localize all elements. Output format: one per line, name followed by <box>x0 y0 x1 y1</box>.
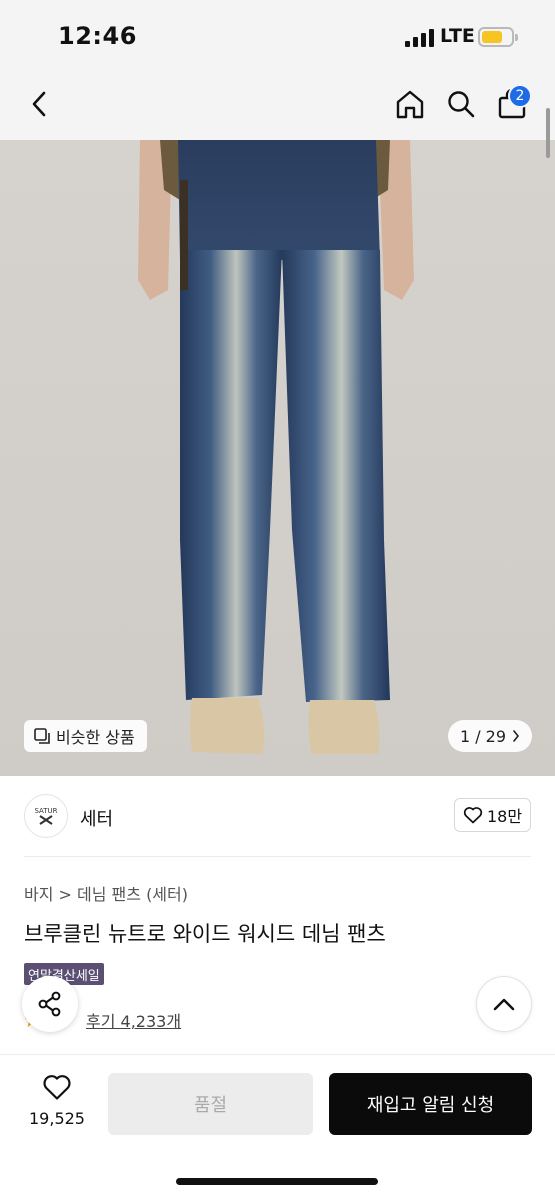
back-button[interactable] <box>20 84 60 124</box>
home-button[interactable] <box>390 84 430 124</box>
heart-icon <box>463 807 483 824</box>
restock-alert-button[interactable]: 재입고 알림 신청 <box>329 1073 532 1135</box>
nav-bar <box>0 70 555 140</box>
signal-icon <box>405 29 435 47</box>
brand-row: SATUR 세터 18만 <box>0 776 555 856</box>
product-photo <box>0 140 555 776</box>
similar-products-button[interactable]: 비슷한 상품 <box>24 720 147 752</box>
brand-like-count: 18만 <box>486 807 523 826</box>
scroll-top-button[interactable] <box>476 976 532 1032</box>
breadcrumb[interactable]: 바지 > 데님 팬츠 (세터) <box>24 881 188 905</box>
share-icon <box>38 991 61 1017</box>
search-button[interactable] <box>441 84 481 124</box>
home-icon <box>396 90 424 119</box>
chevron-left-icon <box>32 91 46 117</box>
soldout-button[interactable]: 품절 <box>108 1073 313 1135</box>
image-counter-label: 1 / 29 <box>459 726 507 746</box>
wishlist-count: 19,525 <box>29 1109 85 1128</box>
share-button[interactable] <box>22 976 78 1032</box>
divider <box>24 856 531 857</box>
brand-logo-text: SATUR <box>34 807 58 815</box>
product-image[interactable] <box>0 140 555 776</box>
image-counter[interactable]: 1 / 29 <box>448 720 532 752</box>
wishlist-button[interactable]: 19,525 <box>24 1073 90 1128</box>
status-bar: 12:46 LTE <box>0 0 555 70</box>
search-icon <box>448 91 475 118</box>
cart-count-badge: 2 <box>508 84 532 108</box>
similar-icon <box>34 728 50 744</box>
chevron-up-icon <box>493 998 515 1011</box>
scroll-indicator[interactable] <box>546 108 550 158</box>
product-title: 브루클린 뉴트로 와이드 워시드 데님 팬츠 <box>24 922 386 946</box>
review-count-link[interactable]: 후기 4,233개 <box>86 1008 181 1032</box>
status-time: 12:46 <box>58 22 137 50</box>
brand-name[interactable]: 세터 <box>80 805 113 831</box>
similar-products-label: 비슷한 상품 <box>56 728 135 747</box>
network-label: LTE <box>440 25 475 47</box>
brand-like-button[interactable]: 18만 <box>454 798 531 832</box>
brand-logo-mark-icon <box>39 815 53 825</box>
heart-icon <box>43 1075 71 1100</box>
brand-logo[interactable]: SATUR <box>24 794 68 838</box>
battery-icon <box>478 27 518 47</box>
chevron-right-icon <box>513 730 520 742</box>
home-indicator <box>176 1178 378 1185</box>
